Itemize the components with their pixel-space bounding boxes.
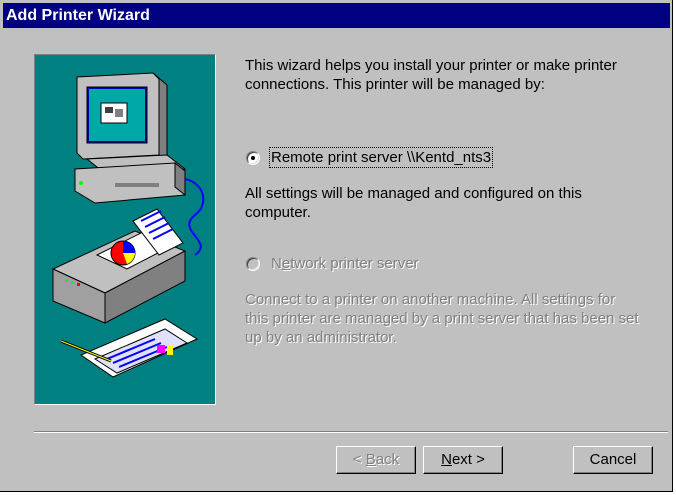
network-desc-line-1: Connect to a printer on another machine.… <box>245 291 616 308</box>
cancel-button[interactable]: Cancel <box>573 446 653 474</box>
intro-text: This wizard helps you install your print… <box>245 56 617 94</box>
remote-desc-line-1: All settings will be managed and configu… <box>245 185 582 202</box>
network-label-accel: e <box>281 255 291 272</box>
next-rest: ext > <box>451 451 485 468</box>
remote-print-server-radio[interactable] <box>246 151 260 165</box>
window-title: Add Printer Wizard <box>6 7 150 24</box>
wizard-illustration <box>34 54 216 405</box>
wizard-window: Add Printer Wizard This wizard helps you… <box>0 0 673 492</box>
back-accel: B <box>365 451 376 468</box>
network-printer-server-label[interactable]: Network printer server <box>271 254 419 273</box>
network-label-rest: twork printer server <box>290 255 419 272</box>
network-printer-server-radio[interactable] <box>246 257 260 271</box>
intro-line-1: This wizard helps you install your print… <box>245 57 617 74</box>
network-server-description: Connect to a printer on another machine.… <box>245 290 639 347</box>
back-rest: ack <box>375 451 400 468</box>
intro-line-2: connections. This printer will be manage… <box>245 76 545 93</box>
computer-icon <box>74 72 187 204</box>
documents-icon <box>60 318 199 378</box>
radio-selected-dot <box>251 156 255 160</box>
button-separator <box>34 431 668 433</box>
network-desc-line-3: up by an administrator. <box>245 329 397 346</box>
network-desc-line-2: this printer are managed by a print serv… <box>245 310 639 327</box>
remote-print-server-option[interactable]: Remote print server \\Kentd_nts3 <box>268 147 494 168</box>
remote-print-server-label[interactable]: Remote print server \\Kentd_nts3 <box>268 147 494 168</box>
title-bar[interactable]: Add Printer Wizard <box>3 3 670 28</box>
illustration-svg <box>51 72 205 378</box>
back-prefix: < <box>352 451 366 468</box>
network-label-first: N <box>271 255 282 272</box>
next-button[interactable]: Next > <box>423 446 503 474</box>
back-button[interactable]: < Back <box>336 446 416 474</box>
remote-server-description: All settings will be managed and configu… <box>245 184 582 222</box>
printer-icon <box>51 208 187 324</box>
next-accel: N <box>441 451 452 468</box>
remote-desc-line-2: computer. <box>245 204 311 221</box>
